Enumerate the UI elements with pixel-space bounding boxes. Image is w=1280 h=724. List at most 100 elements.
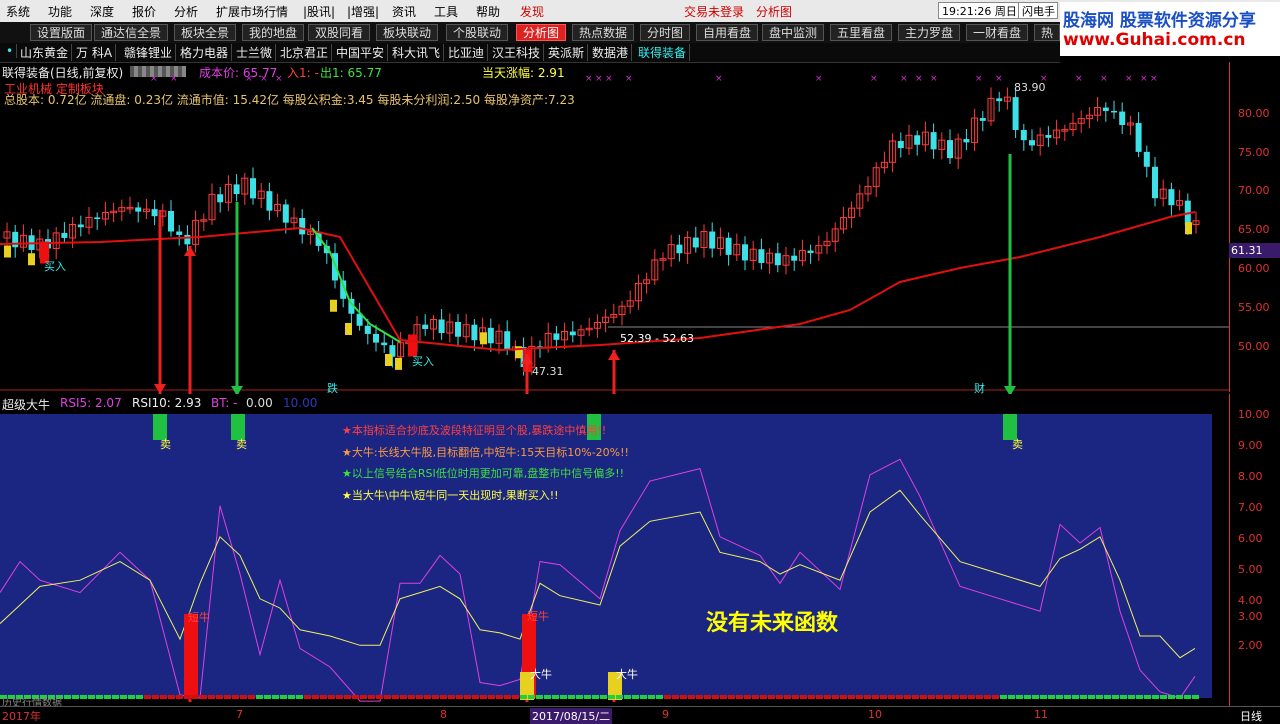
candlesticks <box>3 87 1200 376</box>
stock-item[interactable]: 赣锋锂业 <box>124 44 177 61</box>
menu-stock-news[interactable]: |股讯| <box>303 3 335 20</box>
candle-body <box>395 357 402 370</box>
menu-extended-market[interactable]: 扩展市场行情 <box>216 3 288 20</box>
strip-cell <box>1096 695 1103 699</box>
signal-bar <box>184 614 198 698</box>
strip-cell <box>912 695 919 699</box>
tab-stock-link[interactable]: 个股联动 <box>446 24 509 41</box>
logo-line1: 股海网 股票软件资源分享 <box>1063 11 1256 31</box>
candle-body <box>1111 110 1117 113</box>
strip-cell <box>432 695 439 699</box>
tab-monitor[interactable]: 盘中监测 <box>762 24 825 41</box>
date-label: 2017年 <box>2 710 41 723</box>
menu-help[interactable]: 帮助 <box>476 3 500 20</box>
stock-item[interactable]: 山东黄金 <box>20 44 73 61</box>
strip-cell <box>728 695 735 699</box>
top-x-marker: × <box>1075 74 1083 84</box>
stock-item[interactable]: 比亚迪 <box>448 44 489 61</box>
strip-cell <box>312 695 319 699</box>
strip-cell <box>856 695 863 699</box>
note-3: ★以上信号结合RSI低位时用更加可靠,盘整市中信号偏多!! <box>342 467 625 480</box>
tab-tdx-panorama[interactable]: 通达信全景 <box>94 24 169 41</box>
strip-cell <box>736 695 743 699</box>
stock-item[interactable]: 格力电器 <box>180 44 233 61</box>
tab-hot-data[interactable]: 热点数据 <box>572 24 635 41</box>
tab-personal-watch[interactable]: 自用看盘 <box>696 24 759 41</box>
candle-body <box>151 209 158 217</box>
menu-enhance[interactable]: |增强| <box>347 3 379 20</box>
strip-cell <box>1152 695 1159 699</box>
tab-sector-panorama[interactable]: 板块全景 <box>174 24 237 41</box>
strip-cell <box>1064 695 1071 699</box>
view-title: 分析图 <box>756 5 793 19</box>
stock-item[interactable]: 英派斯 <box>548 44 589 61</box>
strip-cell <box>224 695 231 699</box>
stock-item-selected[interactable]: 联得装备 <box>638 44 691 61</box>
tab-sector-link[interactable]: 板块联动 <box>376 24 439 41</box>
candle-body <box>569 331 576 336</box>
menu-function[interactable]: 功能 <box>48 3 72 20</box>
strip-cell <box>936 695 943 699</box>
strip-cell <box>496 695 503 699</box>
stock-item[interactable]: 汉王科技 <box>492 44 545 61</box>
candle-body <box>897 141 904 149</box>
strip-cell <box>864 695 871 699</box>
stock-item[interactable]: 数据港 <box>592 44 633 61</box>
candle-body <box>480 332 487 345</box>
strip-cell <box>784 695 791 699</box>
downtrend-line <box>311 227 401 343</box>
date-label: 10 <box>868 708 882 721</box>
candle-body <box>266 191 273 211</box>
tab-my-area[interactable]: 我的地盘 <box>242 24 305 41</box>
top-x-marker: × <box>275 74 283 84</box>
strip-cell <box>248 695 255 699</box>
stock-item[interactable]: 中国平安 <box>336 44 389 61</box>
stock-item[interactable]: 士兰微 <box>236 44 277 61</box>
tab-layout[interactable]: 设置版面 <box>30 24 93 41</box>
tab-analysis-chart[interactable]: 分析图 <box>516 24 567 41</box>
indicator-tick: 2.00 <box>1238 639 1263 652</box>
menu-system[interactable]: 系统 <box>6 3 30 20</box>
candle-body <box>345 323 352 335</box>
price-tick: 70.00 <box>1238 184 1270 197</box>
strip-cell <box>888 695 895 699</box>
menu-tools[interactable]: 工具 <box>434 3 458 20</box>
trade-login-status[interactable]: 交易未登录 <box>684 3 744 20</box>
candle-body <box>1102 107 1109 111</box>
stock-item[interactable]: 北京君正 <box>280 44 333 61</box>
tab-dual-stock[interactable]: 双股同看 <box>308 24 371 41</box>
tab-compass[interactable]: 主力罗盘 <box>898 24 961 41</box>
candle-body <box>135 207 142 212</box>
tab-hot-more[interactable]: 热 <box>1034 24 1061 41</box>
flash-trade-button[interactable]: 闪电手 <box>1018 2 1058 19</box>
candle-body <box>217 194 224 203</box>
candle-body <box>709 231 716 249</box>
indicator-tick: 10.00 <box>1238 408 1270 421</box>
bottom-signal-strip <box>0 695 1199 699</box>
stockbar-arrow-icon[interactable]: • <box>6 44 18 58</box>
strip-cell <box>1088 695 1095 699</box>
period-label[interactable]: 日线 <box>1240 708 1262 724</box>
candle-body <box>1168 189 1175 206</box>
menu-analysis[interactable]: 分析 <box>174 3 198 20</box>
candle-body <box>914 135 921 145</box>
strip-cell <box>704 695 711 699</box>
menu-quote[interactable]: 报价 <box>132 3 156 20</box>
tab-wuli[interactable]: 五里看盘 <box>830 24 893 41</box>
menu-depth[interactable]: 深度 <box>90 3 114 20</box>
strip-cell <box>672 695 679 699</box>
strip-cell <box>792 695 799 699</box>
strip-cell <box>696 695 703 699</box>
bt: BT: - <box>211 396 238 410</box>
stock-item[interactable]: 科大讯飞 <box>392 44 445 61</box>
strip-cell <box>1160 695 1167 699</box>
strip-cell <box>1056 695 1063 699</box>
candle-body <box>553 333 560 340</box>
tab-yicai[interactable]: 一财看盘 <box>966 24 1029 41</box>
candle-body <box>385 354 392 366</box>
menu-news[interactable]: 资讯 <box>392 3 416 20</box>
strip-cell <box>272 695 279 699</box>
menu-discover[interactable]: 发现 <box>520 3 544 20</box>
tab-intraday[interactable]: 分时图 <box>640 24 691 41</box>
stock-item[interactable]: 万 科A <box>76 44 117 61</box>
